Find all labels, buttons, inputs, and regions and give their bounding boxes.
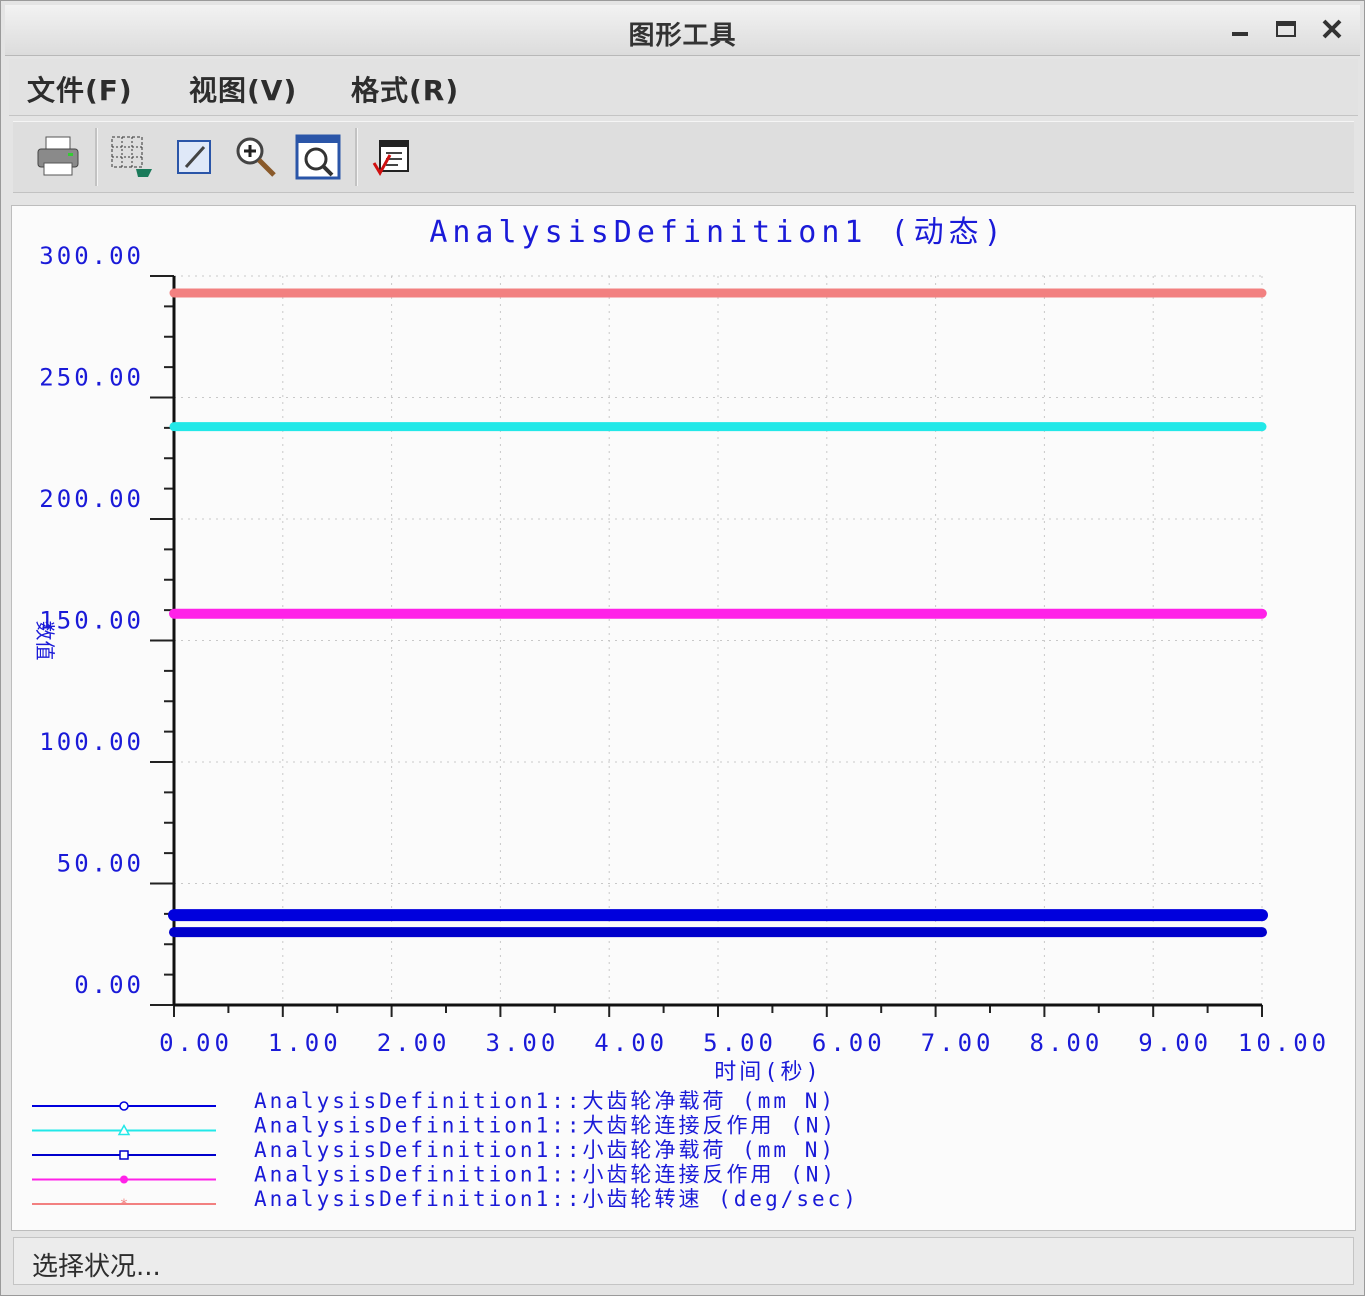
edit-button[interactable]	[169, 132, 219, 182]
title-bar[interactable]: 图形工具	[5, 5, 1360, 56]
maximize-button[interactable]	[1270, 13, 1302, 45]
plot-area[interactable]: AnalysisDefinition1 (动态) 0.00 1.00 2.00 3.00…	[11, 205, 1356, 1231]
window-controls	[1224, 13, 1348, 45]
legend-marker-star: *	[120, 1197, 128, 1213]
zoom-fit-icon	[295, 134, 341, 180]
zoom-fit-button[interactable]	[293, 132, 343, 182]
y-tick-label: 200.00	[39, 485, 144, 513]
x-tick-label: 4.00	[594, 1029, 668, 1057]
x-tick-label: 10.00	[1238, 1029, 1330, 1057]
grid-select-icon	[111, 136, 152, 177]
print-button[interactable]	[33, 132, 83, 182]
y-tick-label: 100.00	[39, 728, 144, 756]
menu-file[interactable]: 文件(F)	[27, 69, 133, 109]
minimize-button[interactable]	[1224, 13, 1256, 45]
toolbar-separator	[355, 128, 358, 186]
y-tick-label: 250.00	[39, 364, 144, 392]
x-tick-label: 7.00	[921, 1029, 995, 1057]
y-tick-label: 300.00	[39, 242, 144, 270]
legend-marker-square	[119, 1150, 129, 1160]
legend-label-1: AnalysisDefinition1::大齿轮净载荷 (mm N)	[254, 1089, 836, 1113]
menu-view[interactable]: 视图(V)	[189, 69, 297, 109]
legend-label-3: AnalysisDefinition1::小齿轮净载荷 (mm N)	[254, 1138, 836, 1162]
legend-label-2: AnalysisDefinition1::大齿轮连接反作用 (N)	[254, 1114, 837, 1138]
menu-format[interactable]: 格式(R)	[351, 69, 459, 109]
status-bar: 选择状况...	[13, 1237, 1354, 1285]
y-tick-label: 50.00	[57, 850, 144, 878]
x-tick-label: 8.00	[1030, 1029, 1104, 1057]
analysis-chart: AnalysisDefinition1 (动态) 0.00 1.00 2.00 3.00…	[32, 215, 1330, 1213]
window-title: 图形工具	[628, 21, 737, 51]
x-axis-label: 时间(秒)	[714, 1060, 822, 1085]
legend-marker-circle	[119, 1101, 129, 1111]
close-icon	[1322, 19, 1342, 39]
legend-label-4: AnalysisDefinition1::小齿轮连接反作用 (N)	[254, 1163, 837, 1187]
maximize-icon	[1276, 21, 1296, 37]
export-icon	[372, 140, 409, 176]
x-tick-label: 6.00	[812, 1029, 886, 1057]
graph-tool-window: 图形工具 文件(F) 视图(V) 格式(R) AnalysisDefinitio…	[0, 0, 1365, 1296]
status-text: 选择状况...	[32, 1252, 161, 1282]
toolbar	[13, 121, 1354, 193]
legend-marker-filled-circle	[120, 1175, 128, 1184]
printer-icon	[37, 136, 79, 176]
x-tick-label: 0.00	[159, 1029, 233, 1057]
legend-label-5: AnalysisDefinition1::小齿轮转速 (deg/sec)	[254, 1187, 859, 1211]
x-tick-label: 5.00	[703, 1029, 777, 1057]
zoom-in-button[interactable]	[231, 132, 281, 182]
y-axis-label: 数值	[33, 621, 57, 661]
menu-bar: 文件(F) 视图(V) 格式(R)	[9, 59, 1358, 116]
x-tick-label: 1.00	[268, 1029, 342, 1057]
x-tick-label: 9.00	[1138, 1029, 1212, 1057]
x-tick-label: 2.00	[377, 1029, 451, 1057]
export-button[interactable]	[367, 132, 417, 182]
minimize-icon	[1232, 32, 1248, 36]
zoom-in-icon	[236, 137, 276, 177]
select-button[interactable]	[107, 132, 157, 182]
close-button[interactable]	[1316, 13, 1348, 45]
edit-icon	[177, 140, 211, 174]
toolbar-separator	[95, 128, 98, 186]
y-tick-label: 0.00	[74, 971, 144, 999]
chart-title: AnalysisDefinition1 (动态)	[429, 215, 1006, 250]
x-tick-label: 3.00	[486, 1029, 560, 1057]
